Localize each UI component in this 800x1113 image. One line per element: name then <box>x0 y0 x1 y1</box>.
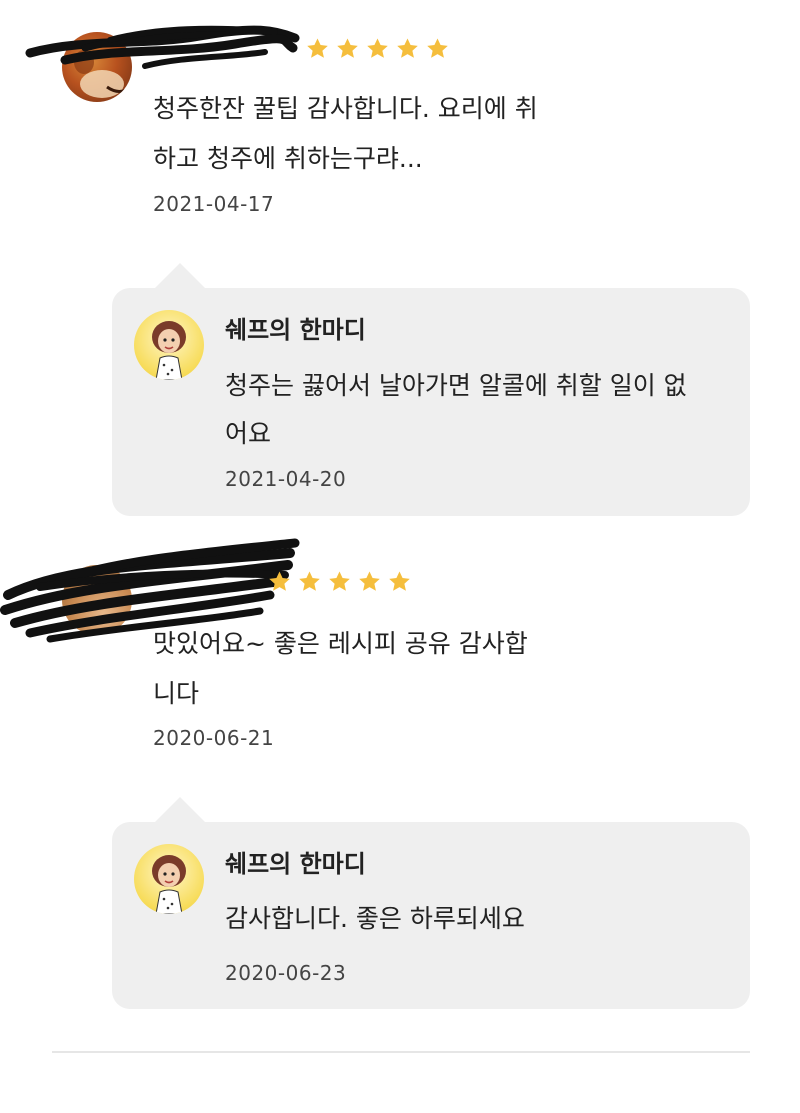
chef-avatar[interactable] <box>134 844 204 914</box>
reply-pointer <box>154 263 206 289</box>
reviewer-avatar[interactable] <box>62 32 132 102</box>
reply-date: 2021-04-20 <box>225 467 347 491</box>
star-icon <box>359 571 380 591</box>
reply-text: 청주는 끓어서 날아가면 알콜에 취할 일이 없 어요 <box>225 371 687 448</box>
rating-stars <box>268 570 411 593</box>
star-icon <box>329 571 350 591</box>
star-icon <box>367 38 388 58</box>
reply-pointer <box>154 797 206 823</box>
reply-text: 감사합니다. 좋은 하루되세요 <box>225 904 525 933</box>
chef-name: 쉐프의 한마디 <box>225 316 366 344</box>
star-icon <box>337 38 358 58</box>
reply-date: 2020-06-23 <box>225 961 347 985</box>
star-icon <box>269 571 290 591</box>
rating-stars <box>306 37 449 60</box>
star-icon <box>299 571 320 591</box>
review-text: 맛있어요~ 좋은 레시피 공유 감사합 니다 <box>153 629 528 708</box>
star-icon <box>307 38 328 58</box>
star-icon <box>389 571 410 591</box>
chef-cartoon-icon <box>152 855 186 914</box>
review-text: 청주한잔 꿀팁 감사합니다. 요리에 취 하고 청주에 취하는구랴... <box>153 94 538 173</box>
reviewer-avatar[interactable] <box>62 565 132 635</box>
chef-name: 쉐프의 한마디 <box>225 850 366 878</box>
reviewer-photo-icon <box>74 50 127 98</box>
chef-reply: 쉐프의 한마디 청주는 끓어서 날아가면 알콜에 취할 일이 없 어요 2021… <box>112 288 750 516</box>
review-date: 2021-04-17 <box>153 192 275 216</box>
chef-avatar[interactable] <box>134 310 204 380</box>
chef-cartoon-icon <box>152 321 186 380</box>
star-icon <box>397 38 418 58</box>
star-icon <box>427 38 448 58</box>
section-divider <box>52 1051 750 1053</box>
chef-reply: 쉐프의 한마디 감사합니다. 좋은 하루되세요 2020-06-23 <box>112 822 750 1009</box>
review-date: 2020-06-21 <box>153 726 275 750</box>
